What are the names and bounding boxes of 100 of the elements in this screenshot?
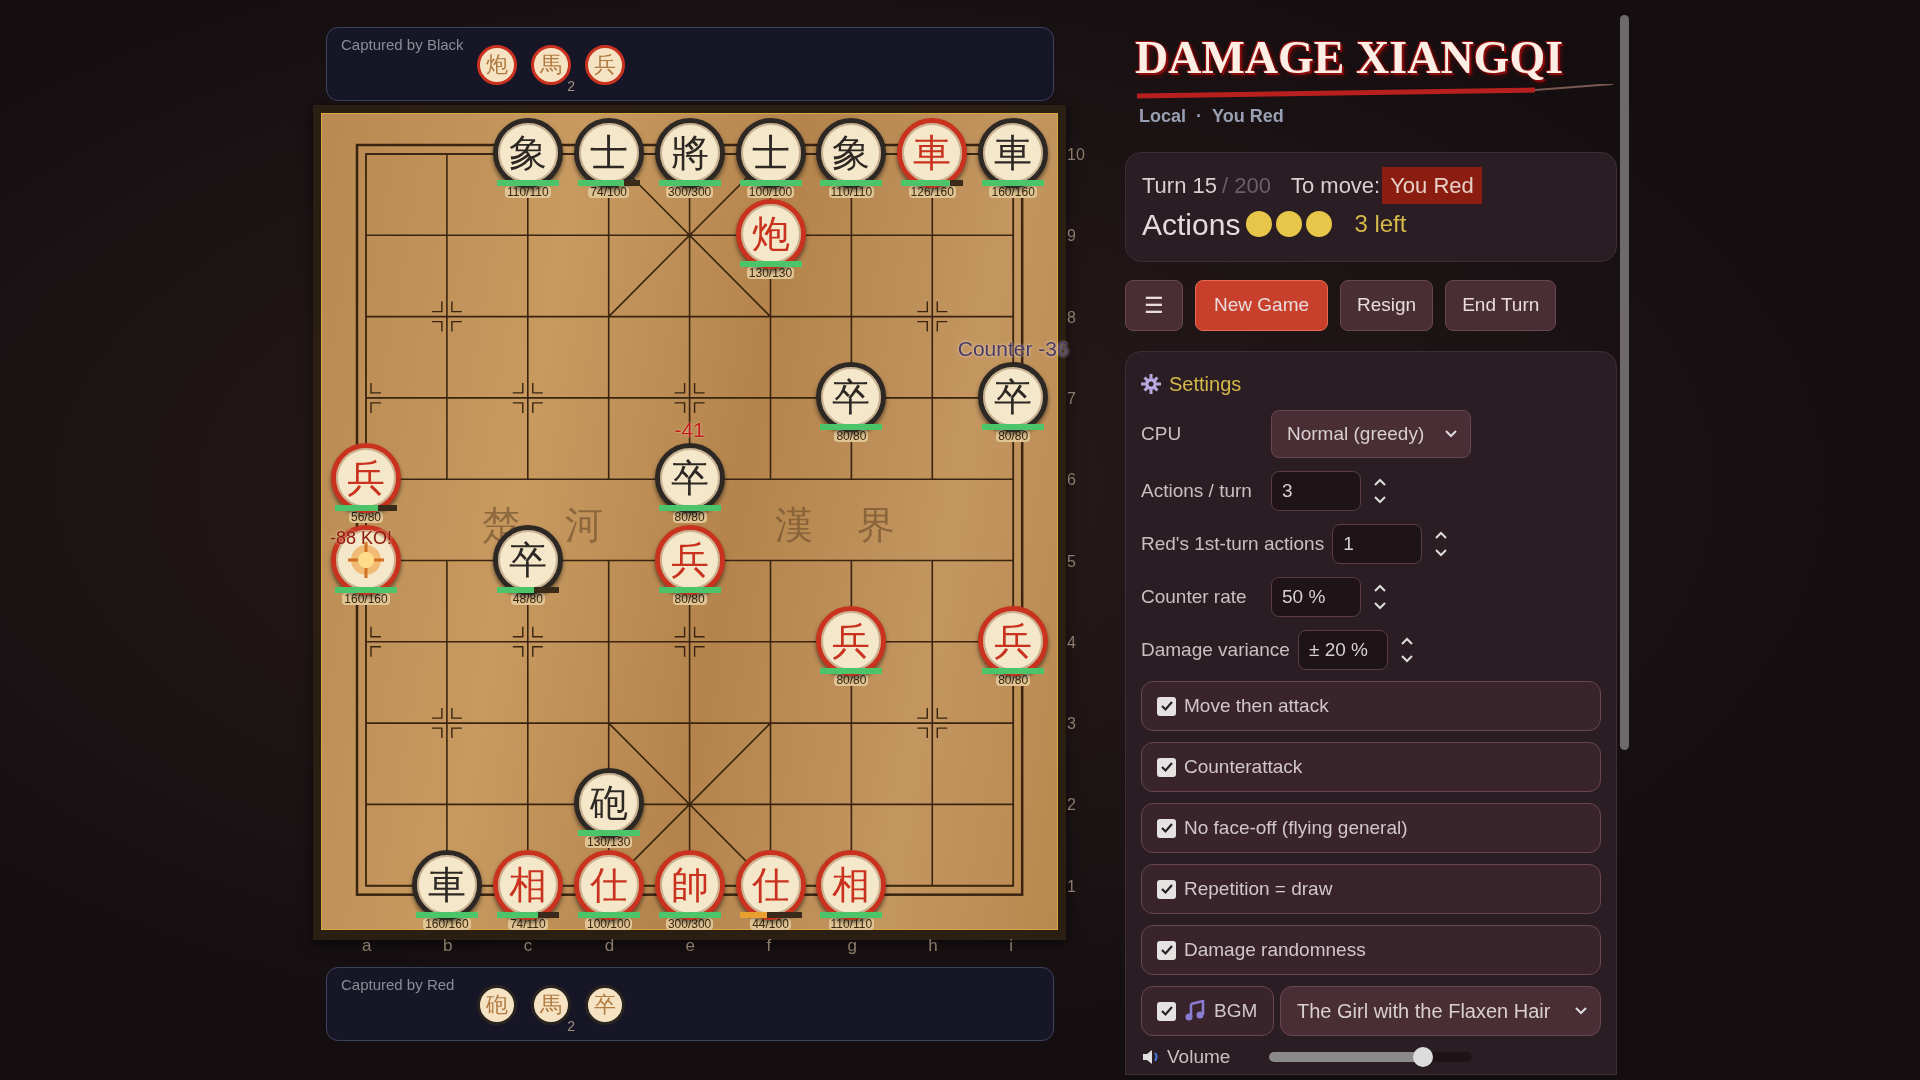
player-side: You Red: [1212, 105, 1284, 128]
rank-label: 6: [1067, 472, 1076, 489]
checkbox[interactable]: [1157, 696, 1176, 716]
captured-piece: 砲: [477, 985, 517, 1025]
xiangqi-piece[interactable]: 士: [573, 118, 644, 188]
hp-label: 160/160: [989, 186, 1037, 198]
hp-bar: [496, 586, 559, 593]
rank-label: 7: [1067, 390, 1076, 407]
xiangqi-piece[interactable]: 仕: [735, 849, 806, 920]
xiangqi-piece[interactable]: 士: [735, 118, 806, 188]
xiangqi-piece[interactable]: 車: [978, 118, 1049, 188]
hp-label: 110/110: [505, 186, 551, 198]
spinner-icon[interactable]: [1434, 529, 1449, 559]
xiangqi-piece[interactable]: 兵: [816, 605, 887, 676]
option-label: Move then attack: [1184, 693, 1329, 718]
hp-bar: [739, 180, 802, 186]
file-label: g: [847, 937, 857, 954]
hp-bar: [496, 911, 559, 918]
hp-label: 130/130: [746, 267, 795, 280]
checkbox[interactable]: [1157, 818, 1176, 838]
option-row[interactable]: Move then attack: [1141, 681, 1601, 731]
checkmark-icon: [1159, 821, 1174, 835]
settings-icon: [1141, 374, 1161, 394]
hp-bar: [820, 911, 883, 918]
number-field[interactable]: ± 20 %: [1297, 630, 1388, 670]
xiangqi-piece[interactable]: 卒: [978, 361, 1049, 432]
setting-label: Counter rate: [1141, 584, 1248, 609]
option-label: No face-off (flying general): [1184, 815, 1408, 840]
rank-label: 1: [1067, 878, 1076, 895]
captured-label: Captured by Black: [341, 35, 465, 55]
hp-label: 130/130: [585, 836, 633, 849]
xiangqi-piece[interactable]: 卒: [816, 361, 887, 432]
xiangqi-piece[interactable]: 相: [492, 849, 563, 920]
cpu-select[interactable]: Normal (greedy): [1271, 410, 1471, 458]
option-row[interactable]: Damage randomness: [1141, 925, 1601, 975]
hp-bar: [658, 505, 721, 512]
scrollbar-thumb[interactable]: [1620, 15, 1629, 750]
xiangqi-piece[interactable]: 兵: [978, 605, 1049, 676]
rank-label: 10: [1067, 147, 1085, 163]
option-label: Damage randomness: [1184, 937, 1366, 962]
option-row[interactable]: Counterattack: [1141, 742, 1601, 792]
checkmark-icon: [1159, 1004, 1174, 1018]
setting-label: Volume: [1167, 1044, 1232, 1069]
xiangqi-piece[interactable]: 車: [411, 849, 482, 920]
bgm-toggle[interactable]: BGM: [1141, 986, 1274, 1036]
captured-piece: 炮: [477, 45, 517, 85]
action-button[interactable]: Resign: [1340, 280, 1434, 331]
hp-bar: [982, 667, 1045, 674]
setting-label: Actions / turn: [1141, 478, 1253, 503]
menu-button[interactable]: ☰: [1125, 280, 1183, 331]
spinner-icon[interactable]: [1373, 476, 1387, 506]
hp-bar: [739, 911, 802, 918]
xiangqi-piece[interactable]: 仕: [573, 849, 644, 920]
action-button[interactable]: End Turn: [1445, 280, 1557, 331]
hp-label: 110/110: [828, 186, 875, 198]
file-label: f: [766, 937, 772, 954]
checkbox[interactable]: [1157, 757, 1176, 777]
xiangqi-piece[interactable]: 兵: [654, 524, 725, 595]
separator-dot: ·: [1196, 105, 1202, 128]
file-label: a: [362, 937, 372, 954]
xiangqi-piece[interactable]: 相: [816, 849, 887, 920]
option-row[interactable]: No face-off (flying general): [1141, 803, 1601, 853]
game-title: DAMAGE XIANGQI: [1135, 32, 1565, 84]
number-field[interactable]: 3: [1271, 471, 1361, 511]
number-field[interactable]: 1: [1332, 524, 1423, 564]
spinner-icon[interactable]: [1399, 635, 1414, 665]
file-label: e: [685, 937, 696, 954]
track-select[interactable]: The Girl with the Flaxen Hair: [1280, 986, 1601, 1036]
xiangqi-piece[interactable]: 將: [654, 118, 725, 188]
hp-label: 100/100: [746, 186, 795, 198]
checkmark-icon: [1159, 882, 1174, 896]
to-move-badge: You Red: [1382, 167, 1482, 204]
xiangqi-piece[interactable]: 帥: [654, 849, 725, 920]
checkbox[interactable]: [1157, 879, 1176, 899]
slider-thumb[interactable]: [1413, 1047, 1434, 1067]
settings-title: Settings: [1169, 372, 1242, 397]
xiangqi-piece[interactable]: 車: [897, 118, 968, 188]
rank-label: 8: [1067, 309, 1076, 326]
hp-bar: [982, 180, 1045, 186]
setting-label: CPU: [1141, 421, 1183, 446]
number-field[interactable]: 50 %: [1271, 577, 1361, 617]
captured-piece: 兵: [585, 45, 625, 85]
hp-bar: [820, 667, 883, 674]
turn-limit: / 200: [1222, 172, 1271, 200]
hp-bar: [577, 180, 640, 186]
bgm-label: BGM: [1214, 998, 1258, 1023]
checkbox[interactable]: [1157, 940, 1176, 960]
game-mode: Local: [1139, 105, 1186, 128]
spinner-icon[interactable]: [1373, 582, 1387, 612]
action-button[interactable]: New Game: [1195, 280, 1329, 331]
option-row[interactable]: Repetition = draw: [1141, 864, 1601, 914]
xiangqi-piece[interactable]: 象: [816, 118, 887, 188]
rank-label: 3: [1067, 716, 1076, 733]
setting-label: Red's 1st-turn actions: [1141, 531, 1325, 556]
checkbox[interactable]: [1157, 1001, 1176, 1021]
hp-bar: [335, 586, 397, 593]
xiangqi-piece[interactable]: 象: [492, 118, 563, 188]
checkmark-icon: [1159, 943, 1174, 957]
music-note-icon: [1184, 1000, 1206, 1022]
volume-slider[interactable]: [1269, 1047, 1472, 1067]
